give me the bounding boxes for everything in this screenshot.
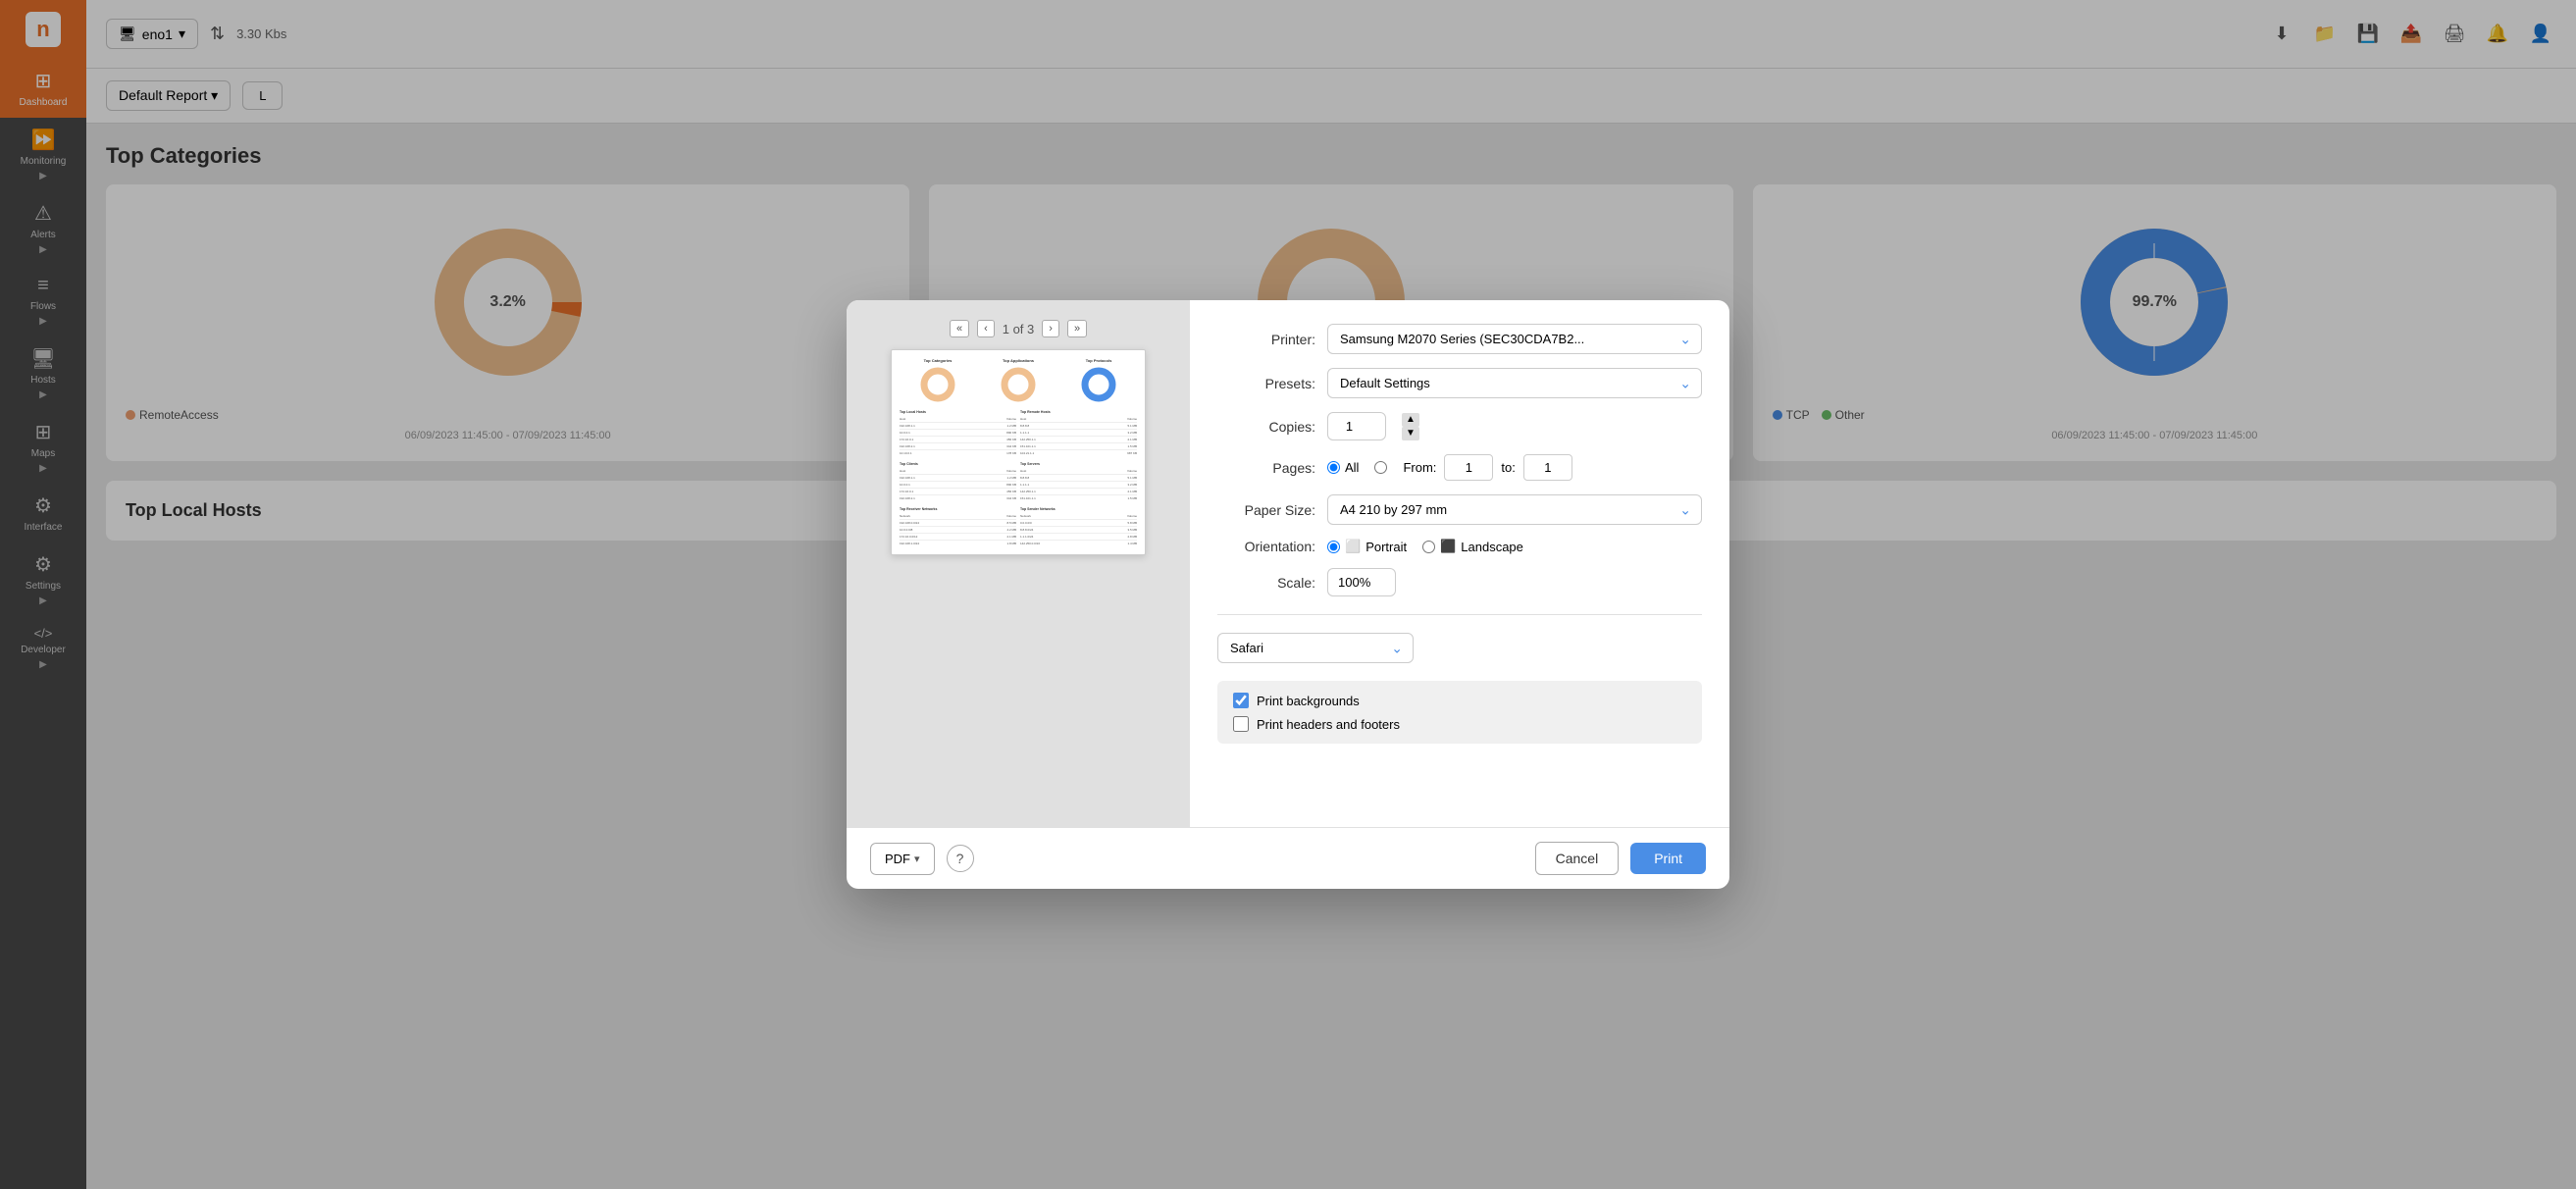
copies-stepper: ▲ ▼ [1402,413,1419,440]
printer-label: Printer: [1217,332,1315,347]
paper-size-row: Paper Size: A4 210 by 297 mm [1217,494,1702,525]
pages-options: All From: to: [1327,454,1572,481]
print-headers-footers-label: Print headers and footers [1257,717,1400,732]
preview-last-button[interactable]: » [1067,320,1087,337]
orientation-landscape-label[interactable]: ⬛ Landscape [1422,539,1523,554]
help-button[interactable]: ? [947,845,974,872]
safari-row: Safari [1217,633,1702,663]
preview-prev-button[interactable]: ‹ [977,320,995,337]
pages-from-label: From: [1403,460,1436,475]
scale-row: Scale: [1217,568,1702,596]
portrait-text: Portrait [1365,540,1407,554]
presets-row: Presets: Default Settings [1217,368,1702,398]
print-headers-footers-row: Print headers and footers [1233,716,1686,732]
preview-page-count: 1 of 3 [1003,322,1035,336]
copies-down-button[interactable]: ▼ [1402,427,1419,440]
pdf-arrow-icon: ▾ [914,853,920,865]
pages-all-radio[interactable] [1327,461,1340,474]
print-backgrounds-checkbox[interactable] [1233,693,1249,708]
orientation-landscape-radio[interactable] [1422,541,1435,553]
print-dialog-body: « ‹ 1 of 3 › » Top Categories [847,300,1729,827]
safari-select-wrap[interactable]: Safari [1217,633,1414,663]
orientation-portrait-radio[interactable] [1327,541,1340,553]
paper-size-label: Paper Size: [1217,502,1315,518]
pages-from-radio-label[interactable] [1374,461,1387,474]
presets-label: Presets: [1217,376,1315,391]
pages-all-text: All [1345,460,1359,475]
copies-up-button[interactable]: ▲ [1402,413,1419,427]
pages-row: Pages: All From: to: [1217,454,1702,481]
paper-size-select-wrap[interactable]: A4 210 by 297 mm [1327,494,1702,525]
landscape-text: Landscape [1461,540,1523,554]
preview-first-button[interactable]: « [950,320,969,337]
safari-select[interactable]: Safari [1218,634,1413,662]
landscape-icon: ⬛ [1440,539,1456,554]
copies-row: Copies: ▲ ▼ [1217,412,1702,440]
print-dialog: « ‹ 1 of 3 › » Top Categories [847,300,1729,889]
print-headers-footers-checkbox[interactable] [1233,716,1249,732]
presets-select-wrap[interactable]: Default Settings [1327,368,1702,398]
scale-input[interactable] [1327,568,1396,596]
print-backgrounds-row: Print backgrounds [1233,693,1686,708]
preview-navigation: « ‹ 1 of 3 › » [950,320,1087,337]
scale-label: Scale: [1217,575,1315,591]
printer-row: Printer: Samsung M2070 Series (SEC30CDA7… [1217,324,1702,354]
orientation-row: Orientation: ⬜ Portrait ⬛ Landscape [1217,539,1702,554]
pages-to-input[interactable] [1523,454,1572,481]
pages-label: Pages: [1217,460,1315,476]
pages-to-label: to: [1501,460,1515,475]
copies-label: Copies: [1217,419,1315,435]
cancel-button[interactable]: Cancel [1535,842,1620,875]
settings-pane: Printer: Samsung M2070 Series (SEC30CDA7… [1190,300,1729,827]
printer-select[interactable]: Samsung M2070 Series (SEC30CDA7B2... [1328,325,1701,353]
orientation-label: Orientation: [1217,539,1315,554]
preview-next-button[interactable]: › [1042,320,1059,337]
checkbox-area: Print backgrounds Print headers and foot… [1217,681,1702,744]
print-backgrounds-label: Print backgrounds [1257,694,1360,708]
orientation-options: ⬜ Portrait ⬛ Landscape [1327,539,1523,554]
orientation-portrait-label[interactable]: ⬜ Portrait [1327,539,1407,554]
copies-input[interactable] [1327,412,1386,440]
presets-select[interactable]: Default Settings [1328,369,1701,397]
separator [1217,614,1702,615]
printer-select-wrap[interactable]: Samsung M2070 Series (SEC30CDA7B2... [1327,324,1702,354]
pdf-label: PDF [885,852,910,866]
print-button[interactable]: Print [1630,843,1706,874]
pages-from-radio[interactable] [1374,461,1387,474]
preview-pane: « ‹ 1 of 3 › » Top Categories [847,300,1190,827]
preview-image: Top Categories Top Applications [891,349,1146,555]
pages-from-input[interactable] [1444,454,1493,481]
pdf-button[interactable]: PDF ▾ [870,843,935,875]
pages-from-to: From: to: [1403,454,1571,481]
pages-all-radio-label[interactable]: All [1327,460,1359,475]
portrait-icon: ⬜ [1345,539,1361,554]
print-dialog-footer: PDF ▾ ? Cancel Print [847,827,1729,889]
preview-page-content: Top Categories Top Applications [900,358,1137,546]
print-dialog-overlay: « ‹ 1 of 3 › » Top Categories [0,0,2576,1189]
paper-size-select[interactable]: A4 210 by 297 mm [1328,495,1701,524]
